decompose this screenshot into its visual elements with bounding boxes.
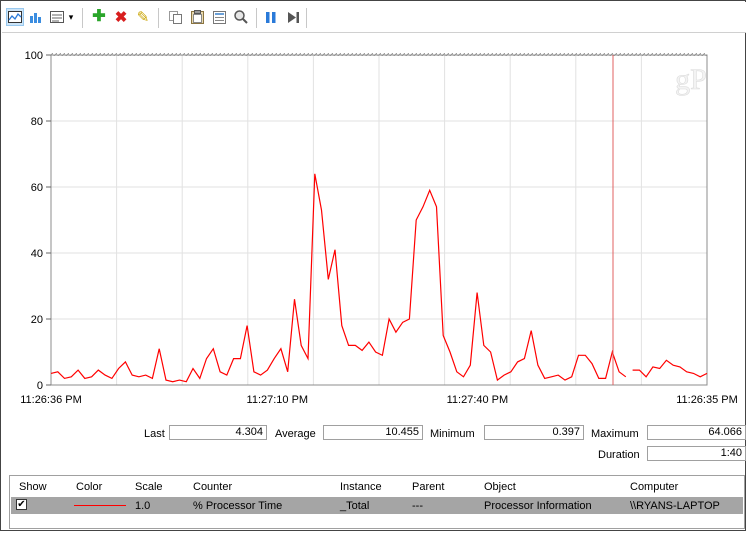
series-line-after-marker — [632, 359, 708, 378]
y-tick-label: 60 — [31, 182, 43, 194]
series-color-swatch — [74, 505, 126, 506]
paste-counter-list-icon[interactable] — [188, 8, 206, 26]
view-graph-icon[interactable] — [6, 8, 24, 26]
last-value: 4.304 — [169, 425, 267, 440]
header-scale[interactable]: Scale — [135, 481, 163, 493]
zoom-icon[interactable] — [232, 8, 250, 26]
header-computer[interactable]: Computer — [630, 481, 678, 493]
dropdown-arrow-icon[interactable]: ▾ — [66, 8, 76, 26]
chart-gridlines — [51, 54, 707, 386]
delete-counter-icon[interactable]: ✖ — [112, 8, 130, 26]
y-tick-label: 80 — [31, 116, 43, 128]
y-tick-label: 100 — [25, 50, 43, 62]
y-tick-label: 40 — [31, 248, 43, 260]
graph-glyph — [8, 11, 22, 23]
watermark-logo: gP — [675, 63, 707, 96]
duration-label: Duration — [598, 449, 640, 461]
header-instance[interactable]: Instance — [340, 481, 382, 493]
row-scale: 1.0 — [135, 500, 151, 512]
header-parent[interactable]: Parent — [412, 481, 444, 493]
row-object: Processor Information — [484, 500, 592, 512]
copy-glyph — [168, 10, 182, 24]
change-graph-type-icon[interactable] — [48, 8, 66, 26]
header-object[interactable]: Object — [484, 481, 516, 493]
show-checkbox[interactable]: ✔ — [16, 499, 27, 510]
properties-icon[interactable] — [210, 8, 228, 26]
minimum-label: Minimum — [430, 428, 475, 440]
x-tick-label: 11:26:36 PM — [20, 394, 82, 406]
properties-glyph — [212, 10, 226, 24]
y-tick-label: 0 — [37, 380, 43, 392]
view-histogram-icon[interactable] — [27, 8, 45, 26]
line-chart: 0 20 40 60 80 100 11:26:36 PM 11:27:10 PM 11:27… — [20, 50, 738, 406]
toolbar-separator — [82, 8, 83, 28]
statistics-panel: Last 4.304 Average 10.455 Minimum 0.397 … — [1, 421, 747, 469]
row-computer: \\RYANS-LAPTOP — [630, 500, 720, 512]
x-axis: 11:26:36 PM 11:27:10 PM 11:27:40 PM 11:26:3… — [20, 394, 738, 406]
x-tick-label: 11:26:35 PM — [676, 394, 738, 406]
highlight-icon[interactable]: ✎ — [134, 8, 152, 26]
last-label: Last — [144, 428, 165, 440]
graph-panel: 0 20 40 60 80 100 11:26:36 PM 11:27:10 PM 11:27… — [1, 33, 747, 418]
legend-row[interactable]: ✔ 1.0 % Processor Time _Total --- Proces… — [11, 497, 743, 514]
x-tick-label: 11:27:40 PM — [447, 394, 509, 406]
row-instance: _Total — [340, 500, 370, 512]
duration-value: 1:40 — [647, 446, 746, 461]
histogram-glyph — [30, 13, 41, 23]
toolbar: ▾ ✚ ✖ ✎ — [2, 2, 746, 33]
average-value: 10.455 — [323, 425, 423, 440]
report-glyph — [50, 11, 64, 23]
maximum-value: 64.066 — [647, 425, 746, 440]
freeze-display-icon[interactable] — [262, 8, 280, 26]
average-label: Average — [275, 428, 316, 440]
toolbar-separator — [306, 8, 307, 28]
toolbar-separator — [158, 8, 159, 28]
series-line — [50, 173, 627, 383]
maximum-label: Maximum — [591, 428, 639, 440]
add-counter-icon[interactable]: ✚ — [90, 8, 108, 26]
counter-legend: Show Color Scale Counter Instance Parent… — [9, 475, 745, 529]
pause-glyph — [266, 11, 276, 23]
header-counter[interactable]: Counter — [193, 481, 232, 493]
toolbar-separator — [256, 8, 257, 28]
y-tick-label: 20 — [31, 314, 43, 326]
zoom-glyph — [234, 10, 248, 24]
step-glyph — [287, 11, 299, 23]
performance-monitor-window: ▾ ✚ ✖ ✎ 0 20 40 60 80 100 11:26:36 PM 11… — [0, 0, 746, 531]
paste-glyph — [190, 10, 204, 24]
header-color[interactable]: Color — [76, 481, 102, 493]
update-data-icon[interactable] — [284, 8, 302, 26]
minimum-value: 0.397 — [484, 425, 584, 440]
x-tick-label: 11:27:10 PM — [247, 394, 309, 406]
y-axis: 0 20 40 60 80 100 — [25, 50, 51, 392]
copy-properties-icon[interactable] — [166, 8, 184, 26]
row-parent: --- — [412, 500, 423, 512]
header-show[interactable]: Show — [19, 481, 47, 493]
row-counter: % Processor Time — [193, 500, 283, 512]
